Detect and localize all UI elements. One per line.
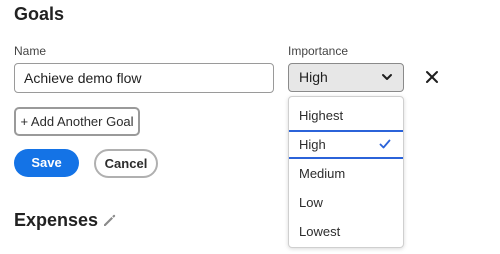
importance-option-low[interactable]: Low — [289, 188, 403, 217]
importance-select[interactable]: High — [288, 63, 404, 92]
goal-name-input[interactable]: Achieve demo flow — [14, 63, 274, 93]
cancel-button[interactable]: Cancel — [94, 149, 158, 178]
pencil-icon[interactable] — [101, 213, 117, 229]
importance-label: Importance — [288, 44, 349, 58]
expenses-title: Expenses — [14, 210, 99, 230]
save-button[interactable]: Save — [14, 149, 79, 177]
goals-title: Goals — [14, 4, 65, 24]
importance-option-highest[interactable]: Highest — [289, 101, 403, 130]
add-another-goal-button[interactable]: + Add Another Goal — [14, 107, 140, 136]
close-icon[interactable] — [424, 69, 440, 85]
importance-option-high-label: High — [299, 137, 326, 152]
chevron-down-icon — [382, 74, 392, 80]
importance-selected-value: High — [299, 69, 328, 85]
importance-option-medium[interactable]: Medium — [289, 159, 403, 188]
importance-option-lowest[interactable]: Lowest — [289, 217, 403, 246]
name-label: Name — [14, 44, 47, 58]
importance-dropdown-menu: Highest High Medium Low Lowest — [288, 96, 404, 248]
importance-option-high[interactable]: High — [289, 130, 403, 159]
checkmark-icon — [379, 139, 391, 149]
